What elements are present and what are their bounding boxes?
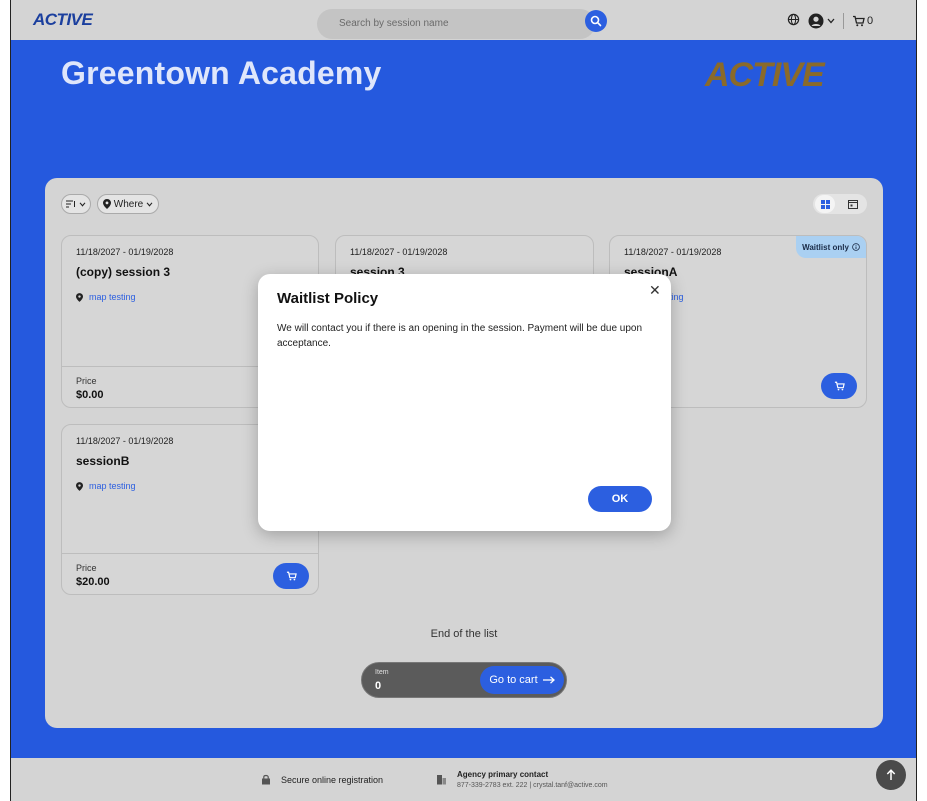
chevron-down-icon (827, 18, 835, 24)
session-price: $20.00 (76, 576, 110, 588)
session-name: (copy) session 3 (76, 265, 171, 279)
scroll-to-top-button[interactable] (876, 760, 906, 790)
chevron-down-icon (79, 201, 86, 207)
go-to-cart-label: Go to cart (489, 674, 538, 686)
session-name: sessionB (76, 454, 130, 468)
search-placeholder: Search by session name (339, 18, 449, 29)
nav-divider (843, 13, 844, 29)
add-to-cart-button[interactable] (821, 373, 857, 399)
end-of-list-text: End of the list (430, 628, 498, 640)
contact-details: Agency primary contact 877-339-2783 ext.… (457, 770, 608, 789)
add-to-cart-button[interactable] (273, 563, 309, 589)
arrow-right-icon (542, 676, 555, 684)
calendar-icon (848, 200, 858, 209)
session-dates: 11/18/2027 - 01/19/2028 (76, 436, 174, 446)
session-price: $0.00 (76, 389, 104, 401)
cart-icon (834, 381, 845, 391)
contact-info[interactable]: 877-339-2783 ext. 222 | crystal.tanf@act… (457, 782, 608, 789)
page-footer: Secure online registration Agency primar… (11, 758, 916, 801)
close-icon[interactable]: ✕ (649, 282, 661, 299)
session-location: map testing (89, 481, 136, 491)
session-dates: 11/18/2027 - 01/19/2028 (350, 247, 448, 257)
sort-icon (66, 200, 75, 208)
view-toggle (813, 194, 867, 214)
account-menu-button[interactable] (808, 13, 835, 29)
session-location-link[interactable]: map testing (76, 481, 136, 491)
dialog-body: We will contact you if there is an openi… (277, 323, 643, 349)
top-nav: ACTIVE Search by session name 0 (11, 0, 916, 40)
secure-registration: Secure online registration (261, 758, 383, 801)
session-dates: 11/18/2027 - 01/19/2028 (76, 247, 174, 257)
search-button[interactable] (585, 10, 607, 32)
secure-registration-label: Secure online registration (281, 774, 384, 785)
cart-count: 0 (867, 15, 874, 27)
hero-logo: ACTIVE (705, 56, 825, 94)
waitlist-badge[interactable]: Waitlist only (796, 236, 866, 258)
location-pin-icon (76, 481, 83, 491)
calendar-view-button[interactable] (843, 195, 863, 213)
building-icon (437, 775, 446, 785)
price-label: Price (76, 563, 97, 573)
price-label: Price (76, 376, 97, 386)
cart-icon (853, 15, 865, 27)
where-filter-label: Where (113, 198, 144, 210)
page-frame: ACTIVE Search by session name 0 Greentow… (10, 0, 917, 801)
page-title: Greentown Academy (61, 55, 382, 91)
cart-item-count: 0 (375, 680, 382, 692)
grid-icon (820, 199, 830, 209)
waitlist-badge-label: Waitlist only (802, 242, 849, 252)
search-icon (590, 15, 602, 27)
session-dates: 11/18/2027 - 01/19/2028 (624, 247, 722, 257)
location-pin-icon (102, 199, 111, 209)
globe-icon (787, 13, 800, 26)
info-icon (852, 243, 860, 251)
ok-button[interactable]: OK (588, 486, 652, 512)
dialog-title: Waitlist Policy (277, 290, 379, 307)
lock-icon (262, 774, 270, 785)
where-filter-button[interactable]: Where (97, 194, 159, 214)
cart-button[interactable]: 0 (852, 15, 873, 27)
nav-actions: 0 (787, 10, 873, 32)
user-icon (808, 13, 824, 29)
card-price-section: Price $20.00 (62, 553, 318, 594)
waitlist-policy-dialog: Waitlist Policy ✕ We will contact you if… (258, 274, 671, 531)
search-input[interactable]: Search by session name (317, 9, 595, 39)
contact-title: Agency primary contact (457, 770, 549, 779)
session-location-link[interactable]: map testing (76, 292, 136, 302)
location-pin-icon (76, 292, 83, 302)
arrow-up-icon (886, 769, 896, 780)
go-to-cart-button[interactable]: Go to cart (480, 666, 564, 694)
active-logo[interactable]: ACTIVE (33, 10, 93, 30)
cart-icon (286, 571, 297, 581)
language-button[interactable] (787, 13, 800, 29)
cart-item-label: Item (375, 669, 389, 676)
cart-summary-bar: Item 0 Go to cart (361, 662, 567, 698)
session-location: map testing (89, 292, 136, 302)
chevron-down-icon (146, 201, 153, 207)
grid-view-button[interactable] (815, 195, 835, 213)
sort-filter-button[interactable] (61, 194, 91, 214)
agency-contact: Agency primary contact 877-339-2783 ext.… (436, 758, 608, 801)
